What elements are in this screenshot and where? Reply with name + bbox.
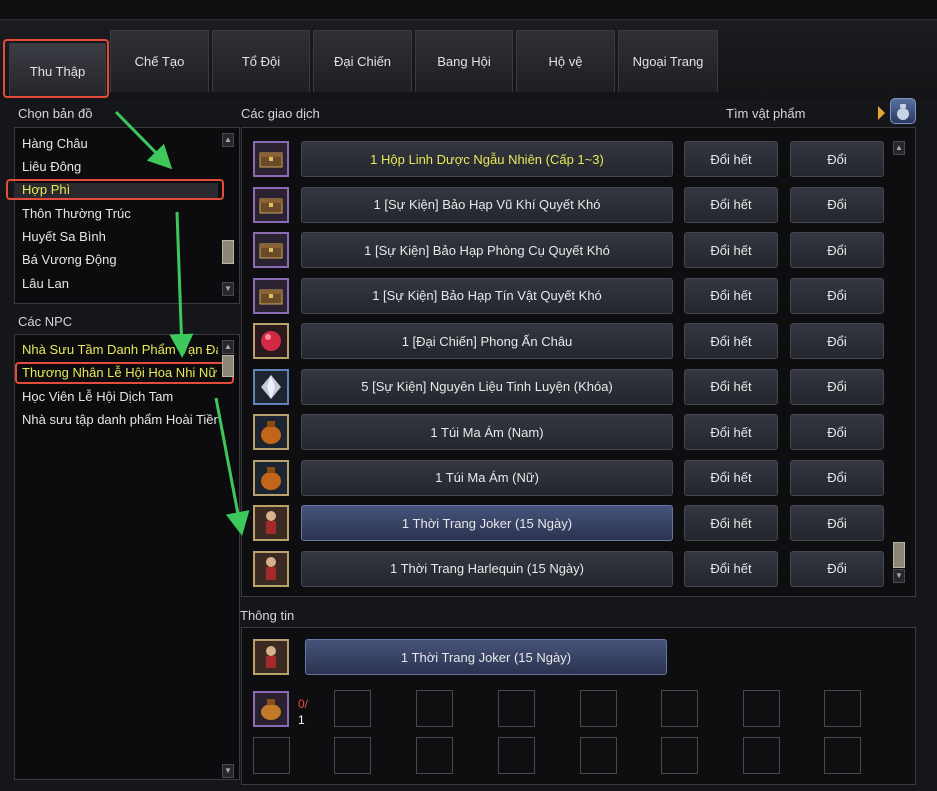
annotation-arrows <box>114 110 250 536</box>
